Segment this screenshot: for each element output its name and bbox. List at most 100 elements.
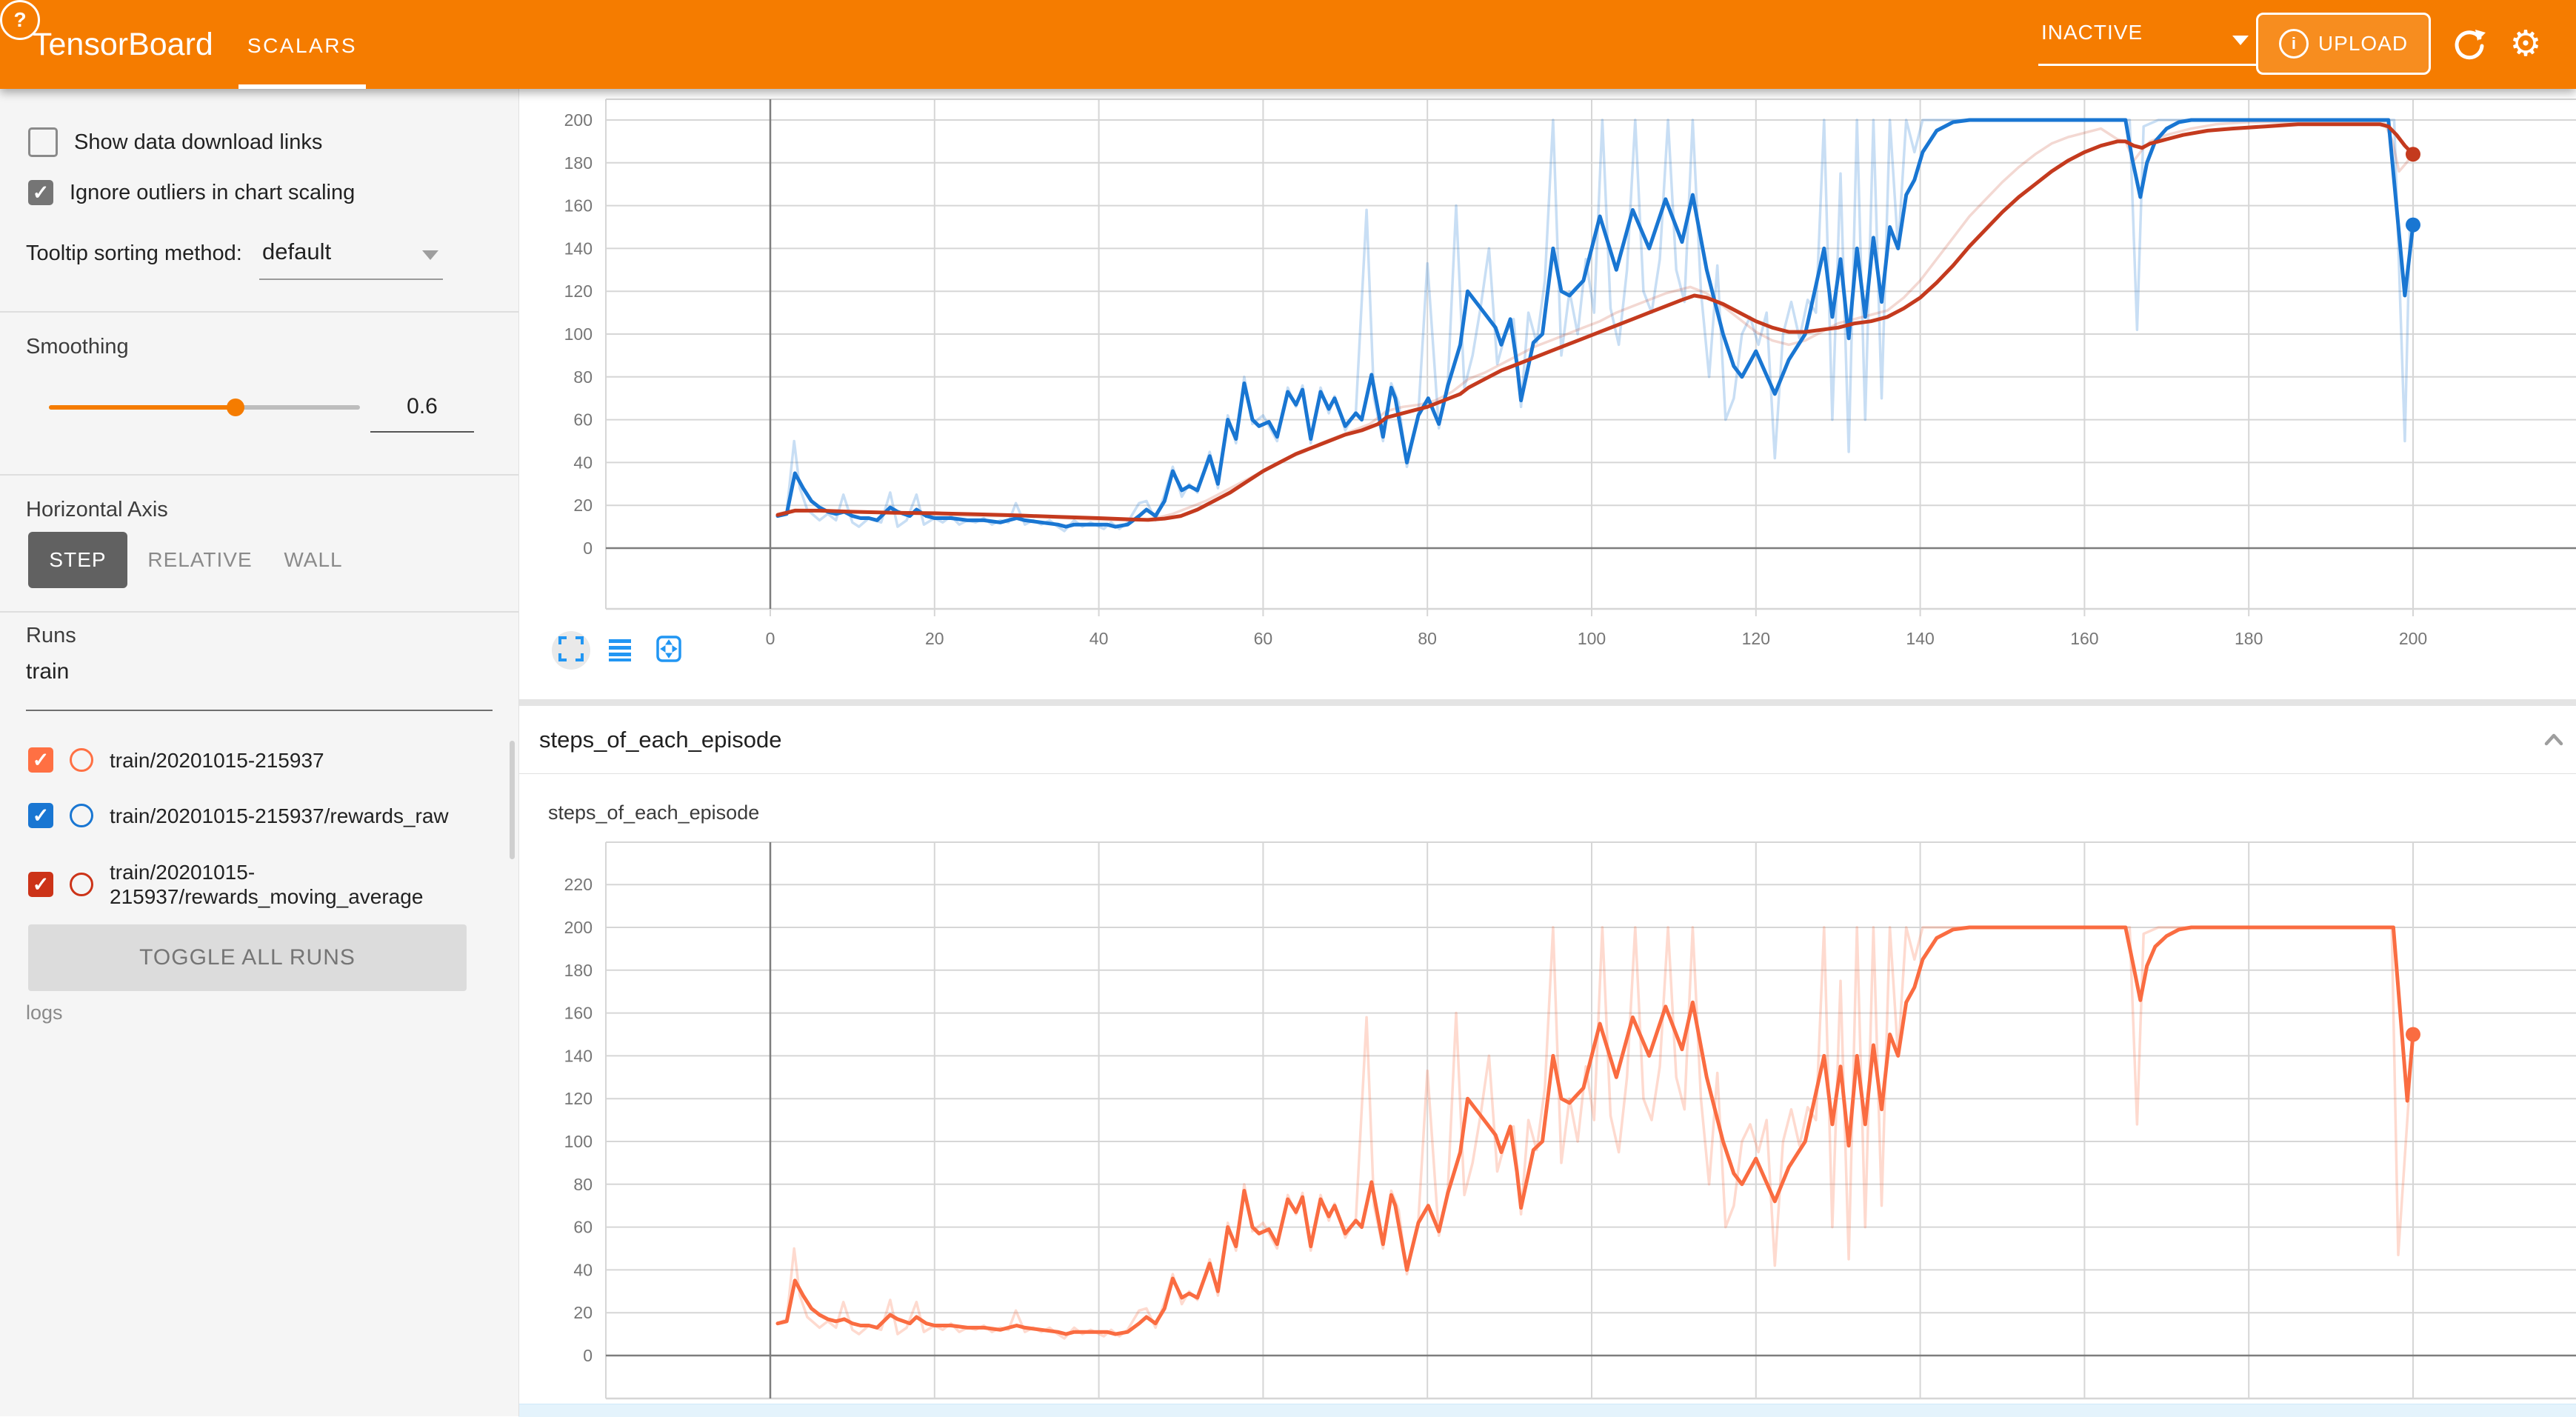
run-color-swatch-icon (70, 804, 93, 827)
refresh-icon (2450, 54, 2489, 67)
tab-active-underline (238, 84, 366, 89)
y-tick-label: 60 (573, 410, 593, 430)
tooltip-sorting-row: Tooltip sorting method: default (26, 237, 500, 271)
runs-label: Runs (26, 624, 76, 648)
tag-section-header[interactable]: steps_of_each_episode (518, 706, 2576, 774)
y-tick-label: 160 (564, 196, 593, 216)
collapse-section-button[interactable] (2539, 725, 2569, 755)
info-icon: i (2279, 29, 2309, 59)
x-tick-label: 160 (2070, 629, 2098, 648)
ignore-outliers-label: Ignore outliers in chart scaling (70, 181, 355, 205)
x-tick-label: 0 (766, 629, 775, 648)
run-row[interactable]: ✓ train/20201015-215937 (28, 745, 324, 775)
x-tick-label: 20 (925, 629, 944, 648)
y-tick-label: 220 (564, 875, 593, 894)
gear-icon: ⚙ (2509, 24, 2541, 64)
run-checkbox-icon[interactable]: ✓ (28, 872, 53, 897)
expand-chart-button[interactable] (552, 631, 590, 670)
runs-scrollbar-thumb[interactable] (510, 741, 515, 859)
app-toolbar: TensorBoard SCALARS INACTIVE i UPLOAD ⚙ … (0, 0, 2576, 89)
status-dropdown[interactable]: INACTIVE (2038, 0, 2262, 89)
run-name: train/20201015-215937/rewards_moving_ave… (110, 860, 465, 909)
x-tick-label: 180 (2235, 629, 2263, 648)
runs-filter-input[interactable]: train (26, 659, 493, 693)
divider (0, 311, 518, 313)
y-tick-label: 0 (583, 1346, 593, 1365)
y-tick-label: 120 (564, 1089, 593, 1108)
smoothing-label: Smoothing (26, 335, 129, 359)
smoothing-value-underline (370, 431, 474, 433)
chart-bottom: 020406080100120140160180200220 (564, 842, 2576, 1398)
fit-domain-button[interactable] (650, 631, 688, 670)
y-tick-label: 200 (564, 110, 593, 130)
divider (0, 474, 518, 476)
chart-card-title: steps_of_each_episode (548, 801, 759, 824)
series-line (778, 927, 2413, 1338)
show-download-links-row[interactable]: Show data download links (28, 127, 322, 157)
y-tick-label: 20 (573, 1303, 593, 1322)
run-color-swatch-icon (70, 748, 93, 772)
x-tick-label: 120 (1742, 629, 1770, 648)
x-tick-label: 40 (1090, 629, 1109, 648)
axis-button-relative[interactable]: RELATIVE (141, 532, 259, 588)
run-color-swatch-icon (70, 873, 93, 896)
tooltip-sorting-select[interactable]: default (259, 237, 443, 276)
y-tick-label: 200 (564, 918, 593, 937)
y-tick-label: 40 (573, 1260, 593, 1279)
x-tick-label: 200 (2399, 629, 2427, 648)
endpoint-dot (2406, 147, 2420, 161)
tooltip-sorting-value: default (262, 239, 331, 265)
run-row[interactable]: ✓ train/20201015-215937/rewards_moving_a… (28, 858, 465, 911)
series-line (778, 927, 2413, 1334)
chevron-up-icon (2539, 745, 2569, 758)
endpoint-dot (2406, 1027, 2420, 1042)
checkbox-unchecked-icon[interactable] (28, 127, 58, 157)
y-tick-label: 0 (583, 539, 593, 558)
y-tick-label: 60 (573, 1218, 593, 1237)
settings-sidebar: Show data download links ✓ Ignore outlie… (0, 89, 519, 1416)
divider (0, 611, 518, 613)
upload-button[interactable]: i UPLOAD (2256, 13, 2431, 75)
run-row[interactable]: ✓ train/20201015-215937/rewards_raw (28, 801, 449, 830)
next-row-strip (518, 1404, 2576, 1417)
chart-toolbar (552, 631, 688, 671)
chevron-down-icon (2232, 36, 2249, 45)
smoothing-value-input[interactable]: 0.6 (370, 394, 474, 419)
axis-button-wall[interactable]: WALL (273, 532, 354, 588)
y-tick-label: 80 (573, 367, 593, 387)
y-tick-label: 40 (573, 453, 593, 472)
runs-filter-underline (26, 710, 493, 711)
y-tick-label: 140 (564, 239, 593, 258)
x-tick-label: 60 (1254, 629, 1273, 648)
y-tick-label: 140 (564, 1046, 593, 1065)
section-gap (518, 699, 2576, 706)
toggle-all-runs-button[interactable]: TOGGLE ALL RUNS (28, 924, 467, 991)
ignore-outliers-row[interactable]: ✓ Ignore outliers in chart scaling (28, 178, 355, 207)
tab-scalars[interactable]: SCALARS (238, 0, 366, 89)
y-tick-label: 20 (573, 496, 593, 515)
endpoint-dot (2406, 218, 2420, 233)
horizontal-axis-label: Horizontal Axis (26, 498, 168, 522)
show-download-links-label: Show data download links (74, 130, 322, 155)
x-tick-label: 80 (1418, 629, 1437, 648)
axis-button-step[interactable]: STEP (28, 532, 127, 588)
y-tick-label: 100 (564, 324, 593, 344)
upload-button-label: UPLOAD (2318, 32, 2408, 56)
tooltip-sorting-label: Tooltip sorting method: (26, 241, 242, 266)
settings-button[interactable]: ⚙ (2506, 25, 2545, 64)
fit-domain-icon (655, 635, 682, 667)
smoothing-slider-handle[interactable] (227, 399, 244, 416)
run-checkbox-icon[interactable]: ✓ (28, 803, 53, 828)
help-icon: ? (13, 8, 26, 31)
y-tick-label: 180 (564, 153, 593, 173)
chevron-down-icon (422, 250, 438, 260)
y-tick-label: 120 (564, 281, 593, 301)
checkbox-checked-icon[interactable]: ✓ (28, 180, 53, 205)
refresh-button[interactable] (2450, 25, 2489, 64)
y-tick-label: 80 (573, 1175, 593, 1194)
log-scale-button[interactable] (601, 631, 639, 670)
smoothing-slider-track[interactable] (49, 405, 360, 410)
app-title: TensorBoard (33, 0, 213, 89)
run-name: train/20201015-215937/rewards_raw (110, 804, 449, 828)
run-checkbox-icon[interactable]: ✓ (28, 747, 53, 773)
